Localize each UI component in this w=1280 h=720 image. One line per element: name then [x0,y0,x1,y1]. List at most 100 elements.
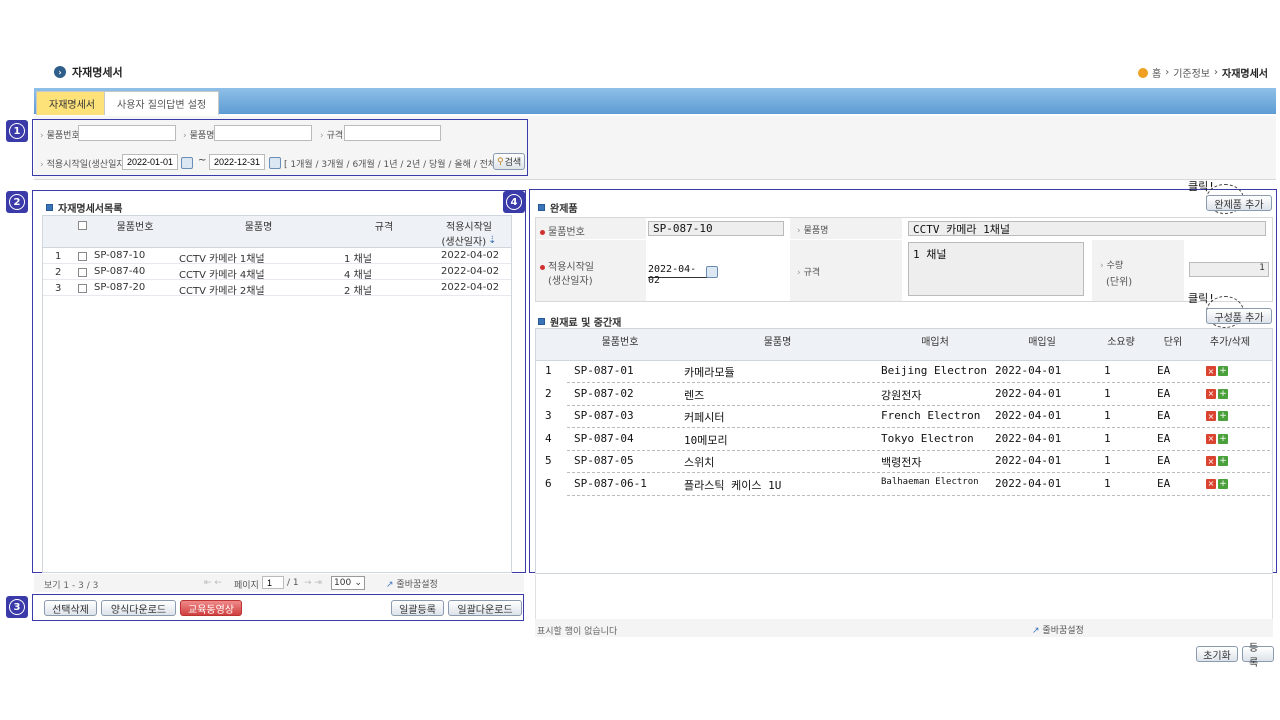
delete-icon[interactable]: × [1206,411,1216,421]
col-spec[interactable]: 규격 [342,218,426,233]
item-no-label: 물품번호 [40,128,80,141]
quick-range-links[interactable]: [ 1개월 / 3개월 / 6개월 / 1년 / 2년 / 당월 / 올해 / … [284,157,503,170]
product-title: 완제품 [538,200,578,215]
tab-user-qa-settings[interactable]: 사용자 질의답변 설정 [104,91,220,115]
product-date-field[interactable]: 2022-04-02 [648,264,708,286]
product-date-label: 적용시작일 [540,258,594,273]
chevron-right-icon: › [54,66,66,78]
spec-input[interactable] [344,125,441,141]
row-divider [567,382,1270,383]
product-item-no-field[interactable]: SP-087-10 [648,221,784,236]
col-item-name[interactable]: 물품명 [674,333,881,348]
col-vendor[interactable]: 매입처 [882,333,988,348]
col-add-delete[interactable]: 추가/삭제 [1200,333,1260,348]
row-checkbox[interactable] [78,252,87,261]
section-icon [46,204,53,211]
section-icon [538,318,545,325]
spec-label: 규격 [320,128,344,141]
reset-button[interactable]: 초기화 [1196,646,1238,662]
home-icon [1137,67,1148,78]
cell-name: 플라스틱 케이스 1U [684,478,782,492]
delete-icon[interactable]: × [1206,388,1216,399]
delete-icon[interactable]: × [1206,478,1216,489]
cell-unit: EA [1157,409,1171,422]
add-product-button[interactable]: 완제품 추가 [1206,195,1272,211]
bulk-register-button[interactable]: 일괄등록 [391,600,444,616]
cell-date: 2022-04-01 [995,364,1062,377]
materials-footer [535,619,1273,637]
cell-qty: 1 [1104,476,1111,490]
search-icon: ⚲ [497,156,504,167]
col-item-name[interactable]: 물품명 [176,218,341,233]
page-number-input[interactable] [262,576,284,589]
cell-item-no: SP-087-01 [574,364,634,377]
date-from-input[interactable] [122,154,178,170]
add-component-button[interactable]: 구성품 추가 [1206,308,1272,324]
pin-icon: ↗ [1032,626,1040,636]
item-name-input[interactable] [214,125,312,141]
delete-icon[interactable]: × [1206,366,1216,376]
row-checkbox[interactable] [78,284,87,293]
tab-bom[interactable]: 자재명세서 [36,91,108,115]
bom-list-title: 자재명세서목록 [46,200,122,215]
cell-no: 4 [545,431,552,445]
date-separator: ~ [198,155,207,166]
cell-item-no: SP-087-05 [574,454,634,467]
delete-icon[interactable]: × [1206,456,1216,466]
date-label: 적용시작일(생산일자) [40,157,129,170]
cell-date: 2022-04-01 [995,409,1062,422]
page-label: 페이지 [234,581,259,591]
sort-icon: ⇣ [488,235,497,246]
breadcrumb-current: 자재명세서 [1222,69,1268,80]
register-button[interactable]: 등록 [1242,643,1274,669]
col-item-no[interactable]: 물품번호 [95,218,175,233]
calendar-icon[interactable] [706,266,718,278]
cell-name: 스위치 [684,456,715,469]
add-icon[interactable]: + [1218,366,1228,376]
bulk-download-button[interactable]: 일괄다운로드 [448,600,522,616]
cell-no: 3 [545,409,552,422]
cell-vendor: Tokyo Electron [881,431,974,445]
download-form-button[interactable]: 양식다운로드 [101,600,176,616]
row-actions: × + [1206,433,1228,444]
column-settings-link[interactable]: ↗ 줄바꿈설정 [1032,623,1084,636]
product-item-no-label: 물품번호 [540,223,585,238]
select-all-checkbox[interactable] [78,221,87,230]
product-spec-textarea[interactable]: 1 채널 [908,242,1084,296]
cell-vendor: French Electron [881,409,981,422]
product-qty-field[interactable]: 1 [1189,262,1269,277]
calendar-icon[interactable] [181,157,193,169]
col-unit[interactable]: 단위 [1147,333,1199,348]
cell-date: 2022-04-01 [995,476,1062,490]
last-page-icon[interactable]: → ⇥ [304,578,322,588]
item-no-input[interactable] [78,125,176,141]
breadcrumb-home[interactable]: 홈 [1152,65,1161,80]
row-checkbox[interactable] [78,268,87,277]
first-page-icon[interactable]: ⇤ ← [204,578,222,588]
training-video-button[interactable]: 교육동영상 [180,600,242,616]
row-divider [567,472,1270,473]
col-start-date-sub[interactable]: (생산일자) ⇣ [427,233,511,248]
delete-selected-button[interactable]: 선택삭제 [44,600,97,616]
chevron-down-icon: ⌄ [354,578,362,588]
col-purchase-date[interactable]: 매입일 [989,333,1095,348]
date-to-input[interactable] [209,154,265,170]
search-button[interactable]: ⚲ 검색 [493,153,526,170]
add-icon[interactable]: + [1218,433,1228,444]
calendar-icon[interactable] [269,157,281,169]
cell-no: 2 [545,386,552,400]
add-icon[interactable]: + [1218,388,1228,399]
breadcrumb-base-info[interactable]: 기준정보 [1173,65,1210,80]
delete-icon[interactable]: × [1206,433,1216,444]
product-item-name-field[interactable]: CCTV 카메라 1채널 [908,221,1266,236]
cell-name: 카메라모듈 [684,366,735,379]
add-icon[interactable]: + [1218,478,1228,489]
add-icon[interactable]: + [1218,456,1228,466]
col-qty[interactable]: 소요량 [1096,333,1146,348]
column-settings-link[interactable]: ↗ 줄바꿈설정 [386,577,438,590]
col-start-date[interactable]: 적용시작일 [427,218,511,233]
page-size-select[interactable]: 100 ⌄ [331,576,365,590]
product-qty-label-sub: (단위) [1106,277,1133,288]
col-item-no[interactable]: 물품번호 [567,333,673,348]
add-icon[interactable]: + [1218,411,1228,421]
